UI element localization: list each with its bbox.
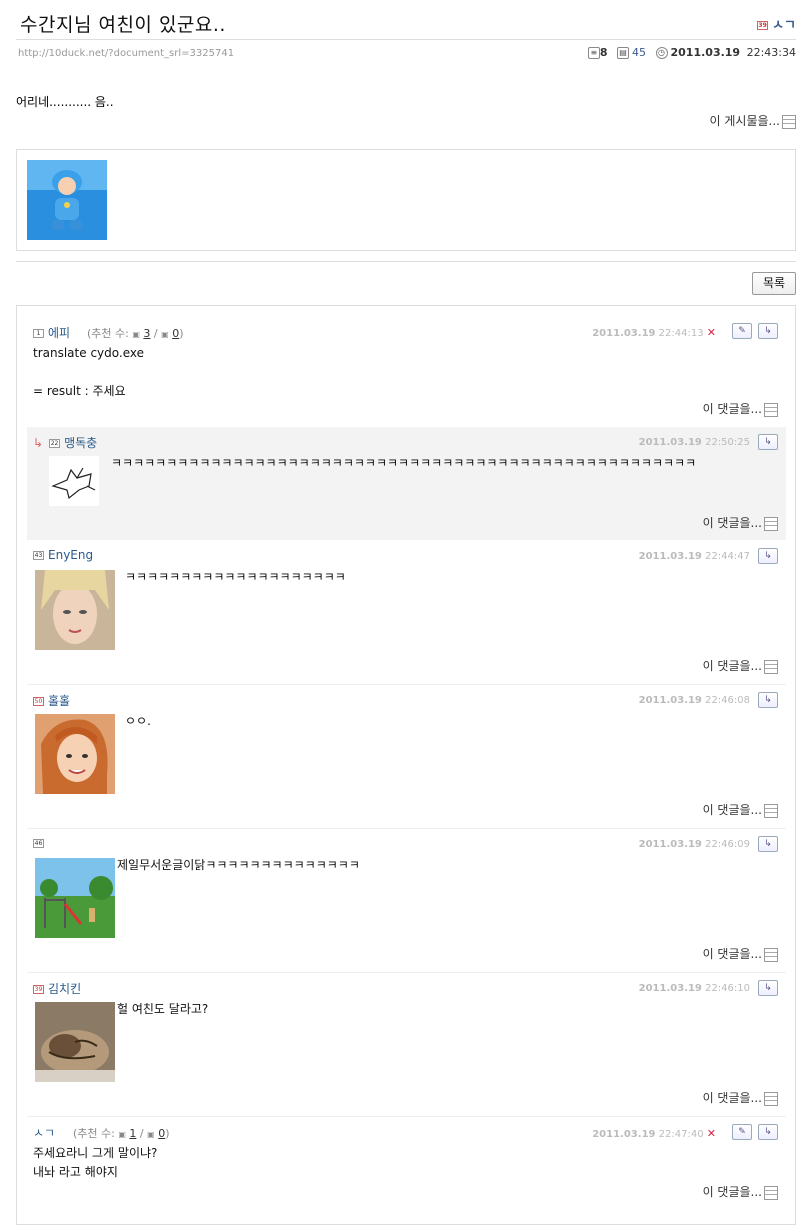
comment-text: ㅇㅇ. — [125, 714, 151, 728]
author-signature — [16, 149, 796, 251]
level-icon: 1 — [33, 329, 44, 338]
comment-author[interactable]: 50 홀홀 — [33, 692, 70, 709]
level-icon: 46 — [33, 839, 44, 848]
comment-author[interactable]: 46 — [33, 836, 48, 850]
document-icon[interactable] — [764, 659, 778, 674]
comment: 50 홀홀 2011.03.19 22:46:08 ↳ ㅇㅇ. 이 댓글을... — [27, 685, 786, 825]
level-icon: 39 — [33, 985, 44, 994]
divider — [16, 39, 796, 40]
comment-author[interactable]: ↳ 22 맹독충 — [33, 434, 97, 451]
comment-author[interactable]: 39 김치킨 — [33, 980, 81, 997]
reply-icon[interactable]: ↳ — [758, 323, 778, 339]
comment-date: 2011.03.19 22:46:10 — [638, 983, 750, 994]
comment-ref-link[interactable]: 이 댓글을... — [703, 514, 778, 531]
comment: 43 EnyEng 2011.03.19 22:44:47 ↳ ㅋㅋㅋㅋㅋㅋㅋㅋㅋ… — [27, 541, 786, 681]
comment-author[interactable]: 43 EnyEng — [33, 548, 93, 562]
comment-ref-link[interactable]: 이 댓글을... — [703, 945, 778, 962]
comment: ㅅㄱ (추천 수: ▣ 1 / ▣ 0) 2011.03.19 22:47:40… — [27, 1117, 786, 1207]
list-button[interactable]: 목록 — [752, 272, 796, 295]
comment: 1 에피 (추천 수: ▣ 3 / ▣ 0) 2011.03.19 22:44:1… — [27, 316, 786, 426]
post-ref-label[interactable]: 이 게시물을... — [710, 114, 780, 128]
comment-icon: ≡ — [587, 47, 600, 59]
document-icon[interactable] — [764, 947, 778, 962]
delete-icon[interactable]: ✕ — [707, 1127, 716, 1140]
reply-icon[interactable]: ↳ — [758, 980, 778, 996]
comment-count: 8 — [599, 46, 608, 59]
comment-ref-link[interactable]: 이 댓글을... — [703, 657, 778, 674]
reply-icon[interactable]: ↳ — [758, 1124, 778, 1140]
reply-icon[interactable]: ↳ — [758, 434, 778, 450]
comment-date: 2011.03.19 22:44:13 ✕ — [592, 326, 716, 339]
commenter-avatar — [35, 1002, 115, 1082]
delete-icon[interactable]: ✕ — [707, 326, 716, 339]
comment-list: 1 에피 (추천 수: ▣ 3 / ▣ 0) 2011.03.19 22:44:1… — [16, 305, 796, 1225]
comment-date: 2011.03.19 22:50:25 — [638, 437, 750, 448]
views-icon: ▤ — [617, 47, 629, 59]
comment-text: 제일무서운글이닭ㅋㅋㅋㅋㅋㅋㅋㅋㅋㅋㅋㅋㅋㅋ — [117, 858, 360, 872]
comment-ref-link[interactable]: 이 댓글을... — [703, 801, 778, 818]
comment-ref-link[interactable]: 이 댓글을... — [703, 1183, 778, 1200]
comment: 39 김치킨 2011.03.19 22:46:10 ↳ 헐 여친도 달라고? 이… — [27, 973, 786, 1113]
post-meta: ≡ 8 ▤ 45 ◷ 2011.03.19 22:43:34 — [582, 46, 796, 59]
document-icon[interactable] — [764, 1185, 778, 1200]
comment-date: 2011.03.19 22:47:40 ✕ — [592, 1127, 716, 1140]
post-author[interactable]: 39 ㅅㄱ — [757, 14, 796, 33]
comment-text: translate cydo.exe = result : 주세요 — [33, 346, 144, 398]
comment-author[interactable]: ㅅㄱ — [33, 1124, 55, 1141]
post-ref-link[interactable]: 이 게시물을... — [710, 112, 796, 129]
comment-date: 2011.03.19 22:46:08 — [638, 695, 750, 706]
level-icon: 50 — [33, 697, 44, 706]
level-icon: 22 — [49, 439, 61, 448]
comment-date: 2011.03.19 22:46:09 — [638, 839, 750, 850]
document-icon[interactable] — [764, 402, 778, 417]
post-time: 22:43:34 — [746, 46, 796, 59]
post-title: 수간지님 여친이 있군요.. — [20, 14, 226, 36]
comment-text: 주세요라니 그게 말이냐? 내놔 라고 해야지 — [33, 1146, 158, 1179]
document-icon[interactable] — [764, 516, 778, 531]
commenter-avatar — [49, 456, 99, 506]
post-content: 어리네........... 음.. — [16, 95, 114, 109]
vote-count: (추천 수: ▣ 1 / ▣ 0) — [73, 1127, 170, 1140]
reply-icon[interactable]: ↳ — [758, 548, 778, 564]
commenter-avatar — [35, 570, 115, 650]
commenter-avatar — [35, 714, 115, 794]
level-icon: 43 — [33, 551, 44, 560]
document-icon[interactable] — [782, 114, 796, 129]
author-avatar — [27, 160, 107, 240]
divider — [16, 261, 796, 262]
post-url[interactable]: http://10duck.net/?document_srl=3325741 — [18, 48, 234, 59]
comment-date: 2011.03.19 22:44:47 — [638, 551, 750, 562]
reply-icon[interactable]: ↳ — [758, 692, 778, 708]
vote-count: (추천 수: ▣ 3 / ▣ 0) — [87, 327, 184, 340]
post-date: 2011.03.19 — [670, 46, 741, 59]
level-icon: 39 — [757, 21, 769, 30]
view-count: 45 — [632, 46, 646, 59]
reply-icon[interactable]: ↳ — [758, 836, 778, 852]
reply-arrow-icon: ↳ — [33, 436, 44, 450]
comment-ref-link[interactable]: 이 댓글을... — [703, 1089, 778, 1106]
post-author-name[interactable]: ㅅㄱ — [772, 18, 796, 33]
comment-author[interactable]: 1 에피 — [33, 324, 70, 341]
comment-text: 헐 여친도 달라고? — [117, 1002, 209, 1016]
edit-icon[interactable]: ✎ — [732, 1124, 752, 1140]
commenter-avatar — [35, 858, 115, 938]
clock-icon: ◷ — [655, 47, 668, 59]
document-icon[interactable] — [764, 803, 778, 818]
comment-text: ㅋㅋㅋㅋㅋㅋㅋㅋㅋㅋㅋㅋㅋㅋㅋㅋㅋㅋㅋㅋㅋㅋㅋㅋㅋㅋㅋㅋㅋㅋㅋㅋㅋㅋㅋㅋㅋㅋㅋㅋ… — [111, 456, 697, 470]
edit-icon[interactable]: ✎ — [732, 323, 752, 339]
comment-ref-link[interactable]: 이 댓글을... — [703, 400, 778, 417]
document-icon[interactable] — [764, 1091, 778, 1106]
comment: 46 2011.03.19 22:46:09 ↳ 제일무서운글이닭ㅋㅋㅋㅋㅋㅋㅋ… — [27, 829, 786, 969]
comment-text: ㅋㅋㅋㅋㅋㅋㅋㅋㅋㅋㅋㅋㅋㅋㅋㅋㅋㅋㅋㅋ — [125, 570, 346, 584]
comment-reply: ↳ 22 맹독충 2011.03.19 22:50:25 ↳ ㅋㅋㅋㅋㅋㅋㅋㅋㅋㅋㅋ… — [27, 427, 786, 540]
